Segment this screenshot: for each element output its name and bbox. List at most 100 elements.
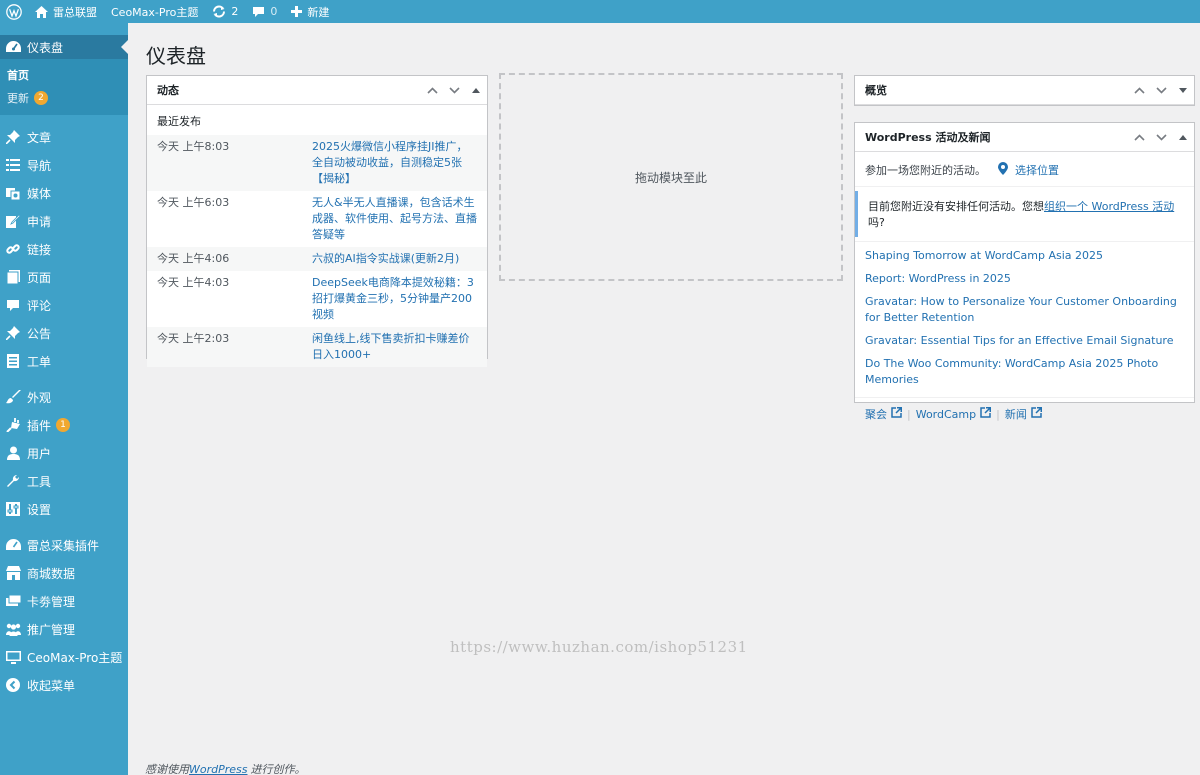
menu-item-16[interactable]: 商城数据 bbox=[0, 559, 128, 587]
news-item-link[interactable]: Report: WordPress in 2025 bbox=[865, 271, 1184, 287]
menu-item-17[interactable]: 卡劵管理 bbox=[0, 587, 128, 615]
menu-item-2[interactable]: 导航 bbox=[0, 151, 128, 179]
overview-widget: 概览 bbox=[854, 75, 1195, 106]
menu-item-6[interactable]: 页面 bbox=[0, 263, 128, 291]
submenu-home[interactable]: 首页 bbox=[0, 63, 128, 86]
menu-item-label: 工单 bbox=[27, 354, 52, 369]
activity-post-link[interactable]: 无人&半无人直播课，包含话术生成器、软件使用、起号方法、直播答疑等 bbox=[312, 195, 477, 243]
notice-suffix: 吗? bbox=[868, 216, 885, 229]
meetups-link[interactable]: 聚会 bbox=[865, 406, 902, 422]
menu-item-label: 用户 bbox=[27, 446, 52, 461]
activity-post-link[interactable]: DeepSeek电商降本提效秘籍：3招打爆黄金三秒，5分钟量产200视频 bbox=[312, 275, 477, 323]
menu-dashboard[interactable]: 仪表盘 bbox=[0, 35, 128, 59]
move-down-icon[interactable] bbox=[1150, 76, 1172, 105]
move-up-icon[interactable] bbox=[421, 76, 443, 105]
news-item-link[interactable]: Do The Woo Community: WordCamp Asia 2025… bbox=[865, 356, 1184, 388]
activity-list: 今天 上午8:03 2025火爆微信小程序挂JI推广，全自动被动收益，自测稳定5张… bbox=[147, 135, 487, 367]
menu-item-label: 工具 bbox=[27, 474, 52, 489]
menu-item-14[interactable]: 设置 bbox=[0, 495, 128, 523]
comment-icon bbox=[252, 6, 265, 18]
news-widget-title: WordPress 活动及新闻 bbox=[865, 131, 991, 144]
news-item-link[interactable]: Shaping Tomorrow at WordCamp Asia 2025 bbox=[865, 248, 1184, 264]
activity-post-link[interactable]: 六叔的AI指令实战课(更新2月) bbox=[312, 251, 459, 267]
move-down-icon[interactable] bbox=[443, 76, 465, 105]
dashboard-content: 仪表盘 动态 最近发布 今天 上午8:03 2025火爆微信小程序挂JI推广，全自… bbox=[128, 23, 1200, 775]
activity-row: 今天 上午4:03 DeepSeek电商降本提效秘籍：3招打爆黄金三秒，5分钟量产… bbox=[147, 271, 487, 327]
meetups-label: 聚会 bbox=[865, 408, 887, 421]
edit-icon bbox=[5, 213, 21, 229]
menu-item-label: 推广管理 bbox=[27, 622, 76, 637]
menu-item-9[interactable]: 工单 bbox=[0, 347, 128, 375]
collapse-toggle-icon[interactable] bbox=[465, 76, 487, 105]
updates-count: 2 bbox=[231, 5, 239, 18]
menu-item-13[interactable]: 工具 bbox=[0, 467, 128, 495]
brush-icon bbox=[5, 389, 21, 405]
activity-post-link[interactable]: 2025火爆微信小程序挂JI推广，全自动被动收益，自测稳定5张【揭秘】 bbox=[312, 139, 477, 187]
menu-item-8[interactable]: 公告 bbox=[0, 319, 128, 347]
menu-item-20[interactable]: 收起菜单 bbox=[0, 671, 128, 699]
activity-time: 今天 上午2:03 bbox=[157, 332, 230, 345]
new-content-link[interactable]: 新建 bbox=[284, 0, 336, 23]
menu-item-19[interactable]: CeoMax-Pro主题 bbox=[0, 643, 128, 671]
expand-toggle-icon[interactable] bbox=[1172, 76, 1194, 105]
menu-item-10[interactable]: 外观 bbox=[0, 383, 128, 411]
menu-item-3[interactable]: 媒体 bbox=[0, 179, 128, 207]
plugins-update-badge: 1 bbox=[56, 418, 71, 432]
pushpin-icon bbox=[5, 129, 21, 145]
widget-drop-zone[interactable]: 拖动模块至此 bbox=[499, 73, 843, 281]
activity-time: 今天 上午8:03 bbox=[157, 140, 230, 153]
wordcamp-link[interactable]: WordCamp bbox=[916, 407, 992, 421]
news-item-link[interactable]: Gravatar: How to Personalize Your Custom… bbox=[865, 294, 1184, 326]
activity-post-link[interactable]: 闲鱼线上,线下售卖折扣卡赚差价日入1000+ bbox=[312, 331, 477, 363]
menu-item-4[interactable]: 申请 bbox=[0, 207, 128, 235]
activity-widget-header: 动态 bbox=[147, 76, 487, 105]
select-location-button[interactable]: 选择位置 bbox=[998, 162, 1059, 178]
organize-event-link[interactable]: 组织一个 WordPress 活动 bbox=[1044, 200, 1174, 213]
menu-item-18[interactable]: 推广管理 bbox=[0, 615, 128, 643]
plus-icon bbox=[291, 6, 303, 17]
menu-item-1[interactable]: 文章 bbox=[0, 123, 128, 151]
events-invite: 参加一场您附近的活动。 选择位置 bbox=[855, 152, 1194, 187]
menu-item-15[interactable]: 雷总采集插件 bbox=[0, 531, 128, 559]
drop-zone-label: 拖动模块至此 bbox=[634, 170, 707, 185]
select-location-label: 选择位置 bbox=[1015, 164, 1059, 177]
site-name-link[interactable]: 雷总联盟 bbox=[28, 0, 104, 23]
home-icon bbox=[35, 5, 48, 18]
watermark-text: https://www.huzhan.com/ishop51231 bbox=[450, 638, 748, 656]
menu-item-11[interactable]: 插件 1 bbox=[0, 411, 128, 439]
events-invite-text: 参加一场您附近的活动。 bbox=[865, 164, 986, 177]
news-link[interactable]: 新闻 bbox=[1005, 406, 1042, 422]
comments-link[interactable]: 0 bbox=[245, 0, 284, 23]
menu-item-label: 公告 bbox=[27, 326, 52, 341]
activity-time: 今天 上午4:06 bbox=[157, 252, 230, 265]
settings-icon bbox=[5, 501, 21, 517]
news-label: 新闻 bbox=[1004, 408, 1027, 421]
link-icon bbox=[5, 241, 21, 257]
media-icon bbox=[5, 185, 21, 201]
menu-item-7[interactable]: 评论 bbox=[0, 291, 128, 319]
menu-item-12[interactable]: 用户 bbox=[0, 439, 128, 467]
wordpress-logo-icon[interactable] bbox=[0, 0, 28, 23]
submenu-updates[interactable]: 更新 2 bbox=[0, 86, 128, 109]
move-up-icon[interactable] bbox=[1128, 76, 1150, 105]
wordpress-footer-link[interactable]: WordPress bbox=[189, 763, 248, 775]
theme-name: CeoMax-Pro主题 bbox=[111, 5, 199, 19]
menu-item-label: 插件 bbox=[27, 418, 52, 433]
dashboard-icon bbox=[5, 39, 21, 55]
user-icon bbox=[5, 445, 21, 461]
plugin-icon bbox=[5, 417, 21, 433]
news-item-link[interactable]: Gravatar: Essential Tips for an Effectiv… bbox=[865, 333, 1184, 349]
menu-item-label: 雷总采集插件 bbox=[27, 538, 100, 553]
collapse-toggle-icon[interactable] bbox=[1172, 123, 1194, 152]
comment-icon bbox=[5, 297, 21, 313]
menu-item-5[interactable]: 链接 bbox=[0, 235, 128, 263]
move-up-icon[interactable] bbox=[1128, 123, 1150, 152]
external-link-icon bbox=[980, 407, 992, 421]
menu-item-label: 导航 bbox=[27, 158, 52, 173]
menu-item-label: 页面 bbox=[27, 270, 52, 285]
activity-row: 今天 上午2:03 闲鱼线上,线下售卖折扣卡赚差价日入1000+ bbox=[147, 327, 487, 367]
theme-link[interactable]: CeoMax-Pro主题 bbox=[104, 0, 205, 23]
move-down-icon[interactable] bbox=[1150, 123, 1172, 152]
updates-link[interactable]: 2 bbox=[205, 0, 245, 23]
menu-item-label: 卡劵管理 bbox=[27, 594, 76, 609]
